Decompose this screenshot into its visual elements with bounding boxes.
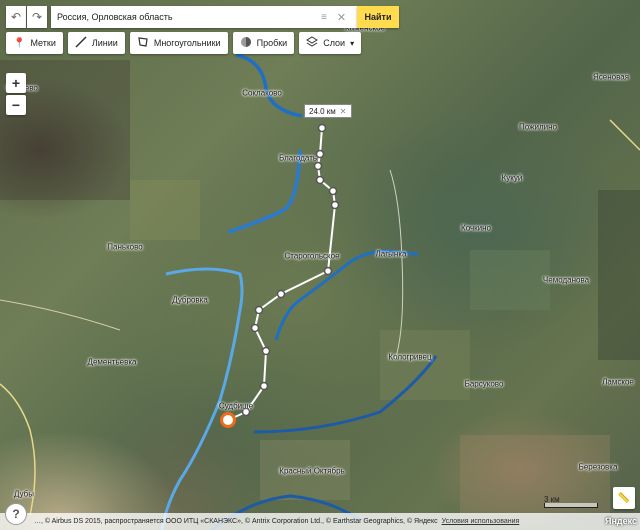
lines-button-label: Линии (91, 38, 118, 48)
route-vertex[interactable] (313, 161, 323, 171)
field-patch (470, 250, 550, 310)
search-box: ≡ ✕ (51, 6, 357, 28)
find-button[interactable]: Найти (357, 6, 399, 28)
place-label: Лагынка (375, 249, 407, 259)
route-vertex[interactable] (259, 381, 269, 391)
road (609, 119, 640, 151)
chevron-down-icon: ▾ (350, 38, 355, 48)
route-vertex[interactable] (330, 200, 340, 210)
place-label: Соклаково (242, 88, 282, 98)
route-line[interactable] (227, 127, 337, 421)
road (0, 299, 121, 331)
scale-bar (544, 503, 598, 508)
search-input[interactable] (57, 12, 317, 22)
route-vertex[interactable] (315, 149, 325, 159)
layers-icon (306, 36, 319, 50)
place-label: Старогольское (284, 251, 340, 261)
place-label: Красный Октябрь (279, 466, 345, 476)
route-vertex[interactable] (315, 175, 325, 185)
traffic-button[interactable]: Пробки (232, 32, 295, 54)
traffic-button-label: Пробки (256, 38, 288, 48)
traffic-icon (240, 36, 252, 50)
ruler-icon: 📏 (617, 492, 631, 504)
place-label: Дубы (13, 489, 35, 499)
undo-button[interactable]: ↶ (6, 6, 26, 28)
place-label: Судбище (218, 401, 254, 411)
field-patch (130, 180, 200, 240)
close-icon[interactable]: ✕ (340, 107, 347, 116)
place-label: Кукуй (501, 173, 523, 183)
copyright-text: …, © Airbus DS 2015, распространяется ОО… (34, 518, 438, 525)
list-icon[interactable]: ≡ (321, 12, 327, 23)
route-vertex[interactable] (323, 266, 333, 276)
place-label: Кологривец (388, 352, 432, 362)
layers-button-label: Слои (323, 38, 346, 48)
terms-link[interactable]: Условия использования (442, 518, 520, 525)
undo-icon: ↶ (10, 10, 22, 24)
place-label: Дементьевка (87, 357, 137, 367)
route-vertex[interactable] (261, 346, 271, 356)
place-label: Пожилино (519, 122, 557, 132)
place-label: Кочкино (461, 223, 491, 233)
route-start-marker[interactable] (220, 412, 236, 428)
river (274, 249, 419, 341)
place-label: Ясеновая (592, 72, 630, 82)
labels-button[interactable]: 📍 Метки (6, 32, 63, 54)
route-distance-value: 24.0 км (309, 106, 336, 116)
zoom-out-button[interactable]: − (6, 95, 26, 115)
river (160, 267, 244, 530)
redo-button[interactable]: ↷ (27, 6, 47, 28)
route-vertex[interactable] (276, 289, 286, 299)
satellite-map[interactable]: Нечаево Соклаково Благодать Каменское Яс… (0, 0, 640, 530)
lines-button[interactable]: Линии (67, 32, 125, 54)
ruler-button[interactable]: 📏 (613, 487, 635, 509)
polygons-button[interactable]: Многоугольники (129, 32, 228, 54)
route-vertex[interactable] (328, 186, 338, 196)
redo-icon: ↷ (31, 10, 43, 24)
route-vertex[interactable] (250, 323, 260, 333)
clear-icon[interactable]: ✕ (337, 11, 346, 24)
map-overlay (0, 53, 640, 530)
labels-button-label: Метки (30, 38, 56, 48)
field-patch (380, 330, 470, 400)
place-label: Ламское (602, 377, 634, 387)
polygon-icon (137, 36, 149, 50)
route-vertex[interactable] (254, 305, 264, 315)
pin-icon: 📍 (13, 37, 26, 49)
help-button[interactable]: ? (5, 503, 27, 525)
line-icon (75, 36, 87, 50)
zoom-in-button[interactable]: + (6, 73, 26, 93)
place-label: Чемоданова (542, 275, 590, 285)
yandex-logo: Яндекс (605, 516, 638, 526)
place-label: Барсуково (464, 379, 504, 389)
place-label: Березовка (578, 462, 618, 472)
copyright-bar: …, © Airbus DS 2015, распространяется ОО… (0, 513, 640, 530)
route-vertex[interactable] (317, 123, 327, 133)
route-distance-label: 24.0 км ✕ (304, 104, 352, 118)
river (235, 53, 303, 118)
layers-button[interactable]: Слои ▾ (299, 32, 362, 54)
dark-patch (598, 190, 640, 360)
place-label: Паньково (107, 242, 143, 252)
polygons-button-label: Многоугольники (153, 38, 221, 48)
map-toolbar: 📍 Метки Линии Многоугольники Пробки Слои… (6, 32, 362, 54)
place-label: Благодать (278, 153, 318, 163)
place-label: Дубровка (172, 295, 208, 305)
